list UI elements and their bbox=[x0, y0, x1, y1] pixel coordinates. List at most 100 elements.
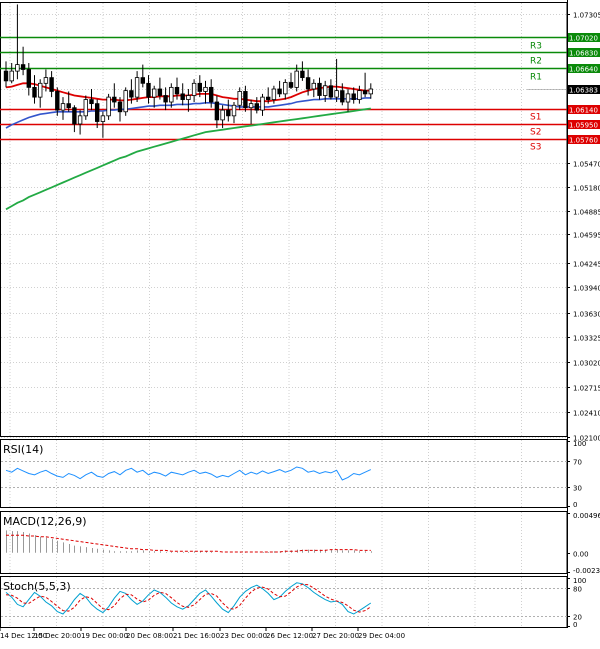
rsi-line bbox=[5, 466, 372, 481]
stoch-frame bbox=[0, 576, 568, 628]
time-axis-label: 26 Dec 12:00 bbox=[266, 632, 313, 640]
macd-axis-tick-label: 0.00 bbox=[573, 551, 589, 559]
candle-body bbox=[260, 96, 265, 111]
candle-body bbox=[146, 82, 151, 98]
candle-body bbox=[134, 77, 140, 98]
pivot-price-tag-text: 1.06830 bbox=[569, 50, 598, 58]
candle-body bbox=[129, 90, 134, 98]
macd-title: MACD(12,26,9) bbox=[3, 515, 87, 528]
macd-signal-line bbox=[6, 534, 371, 553]
candle-body bbox=[203, 86, 208, 92]
chart-window: R3 R2 R1 S1 S2 S3 RSI(14) MACD(12,26,9) Stoch… bbox=[0, 0, 600, 645]
candle-body bbox=[9, 70, 14, 82]
candle-body bbox=[95, 103, 100, 122]
price-axis-tick-label: 1.02715 bbox=[573, 385, 600, 393]
chart-canvas: R3 R2 R1 S1 S2 S3 RSI(14) MACD(12,26,9) Stoch… bbox=[0, 0, 600, 640]
candle-body bbox=[334, 90, 339, 98]
candle-body bbox=[140, 77, 145, 84]
pivot-label-r3: R3 bbox=[530, 42, 542, 52]
candle-body bbox=[3, 70, 9, 82]
candle-body bbox=[157, 88, 163, 96]
candle-body bbox=[117, 101, 123, 113]
candle-body bbox=[100, 115, 106, 122]
rsi-frame bbox=[0, 439, 568, 508]
price-axis-tick-label: 1.03020 bbox=[573, 360, 600, 368]
candle-body bbox=[345, 93, 351, 103]
time-axis-label: 29 Dec 04:00 bbox=[358, 632, 405, 640]
time-axis-label: 19 Dec 00:00 bbox=[81, 632, 128, 640]
stochastic-panel: Stoch(5,5,3) bbox=[1, 580, 567, 617]
candle-body bbox=[294, 70, 299, 88]
candle-body bbox=[174, 86, 180, 95]
pivot-label-s2: S2 bbox=[530, 128, 541, 138]
price-frame bbox=[0, 2, 568, 437]
stoch-axis-tick-label: 80 bbox=[573, 586, 582, 594]
time-axis-label: 21 Dec 16:00 bbox=[173, 632, 220, 640]
price-axis-tick-label: 1.03630 bbox=[573, 311, 600, 319]
candle-body bbox=[226, 109, 231, 117]
candle-body bbox=[15, 64, 20, 72]
candle-body bbox=[32, 86, 37, 98]
candle-body bbox=[254, 103, 259, 111]
candle-body bbox=[305, 77, 311, 90]
stoch-axis-tick-label: 100 bbox=[573, 577, 586, 585]
pivot-label-r1: R1 bbox=[530, 73, 542, 83]
candle-body bbox=[362, 90, 368, 95]
pivot-label-s3: S3 bbox=[530, 143, 541, 153]
candle-body bbox=[214, 101, 220, 121]
candle-body bbox=[26, 69, 31, 88]
candle-body bbox=[43, 77, 49, 84]
rsi-panel: RSI(14) bbox=[1, 443, 567, 488]
candle-body bbox=[248, 103, 254, 109]
axes-layer: 1.07305 1.07020 1.06830 1.06640 1.06383 1.061… bbox=[0, 0, 600, 640]
candle-body bbox=[271, 88, 277, 100]
candle-body bbox=[77, 115, 83, 125]
pivot-price-tag-text: 1.06140 bbox=[569, 107, 598, 115]
current-price-tag-text: 1.06383 bbox=[569, 87, 598, 95]
candle-body bbox=[237, 91, 242, 106]
time-axis-label: 27 Dec 20:00 bbox=[312, 632, 359, 640]
pivot-price-tag-text: 1.07020 bbox=[569, 35, 598, 43]
candle-body bbox=[311, 82, 316, 90]
candle-body bbox=[300, 70, 305, 79]
candle-body bbox=[340, 90, 345, 103]
candle-body bbox=[106, 96, 111, 117]
price-axis-tick-label: 1.07305 bbox=[573, 12, 600, 20]
candle-body bbox=[72, 107, 77, 125]
candle-body bbox=[38, 82, 43, 98]
price-axis-tick-label: 1.05180 bbox=[573, 185, 600, 193]
price-axis-tick-label: 1.03940 bbox=[573, 285, 600, 293]
pivot-label-r2: R2 bbox=[530, 57, 542, 67]
candle-body bbox=[220, 109, 225, 121]
price-axis-tick-label: 1.03325 bbox=[573, 335, 600, 343]
candle-body bbox=[66, 103, 71, 109]
candle-body bbox=[55, 91, 60, 111]
candle-body bbox=[283, 82, 288, 95]
candle-body bbox=[180, 93, 185, 100]
price-axis-tick-label: 1.04245 bbox=[573, 261, 600, 269]
candle-body bbox=[89, 99, 94, 105]
candle-body bbox=[328, 85, 334, 98]
macd-axis-tick-label: -0.002396 bbox=[573, 567, 600, 575]
candle-body bbox=[208, 86, 214, 103]
pivot-label-s1: S1 bbox=[530, 113, 541, 123]
time-axis-label: 20 Dec 08:00 bbox=[126, 632, 173, 640]
price-axis-tick-label: 1.02410 bbox=[573, 410, 600, 418]
candle-body bbox=[322, 85, 328, 96]
macd-panel: MACD(12,26,9) bbox=[3, 515, 372, 553]
candle-body bbox=[357, 90, 362, 100]
rsi-axis-tick-label: 0 bbox=[573, 501, 577, 509]
candle-body bbox=[49, 77, 54, 92]
candle-body bbox=[151, 88, 157, 98]
candle-body bbox=[83, 99, 88, 117]
candle-body bbox=[288, 82, 294, 88]
rsi-axis-tick-label: 100 bbox=[573, 440, 586, 448]
candle-body bbox=[197, 82, 202, 92]
candle-body bbox=[368, 88, 373, 95]
candle-body bbox=[277, 88, 282, 95]
candle-body bbox=[20, 64, 26, 70]
candle-body bbox=[163, 95, 168, 103]
price-panel: R3 R2 R1 S1 S2 S3 bbox=[0, 4, 567, 211]
pivot-price-tag-text: 1.05950 bbox=[569, 122, 598, 130]
candle-body bbox=[60, 103, 66, 111]
